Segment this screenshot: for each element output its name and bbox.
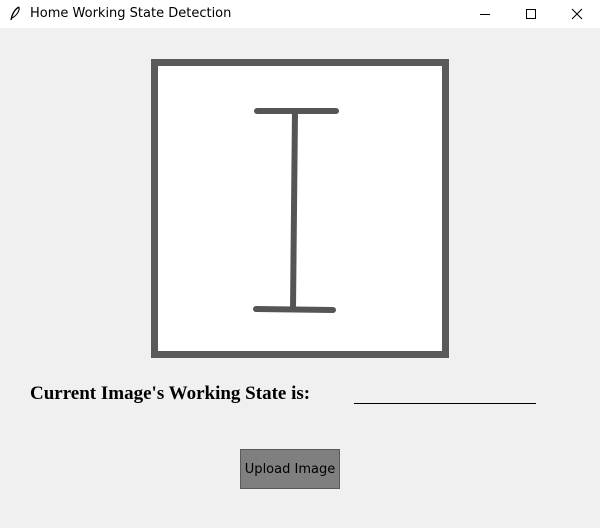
close-button[interactable]: [554, 0, 600, 28]
minimize-button[interactable]: [462, 0, 508, 28]
maximize-icon: [526, 9, 536, 19]
window-title: Home Working State Detection: [30, 6, 232, 21]
image-display: [151, 59, 449, 358]
working-state-label: Current Image's Working State is:: [30, 383, 311, 404]
upload-image-button[interactable]: Upload Image: [240, 449, 340, 489]
feather-icon: [10, 6, 20, 21]
working-state-value: [354, 383, 536, 404]
maximize-button[interactable]: [508, 0, 554, 28]
title-bar: Home Working State Detection: [0, 0, 600, 28]
close-icon: [571, 8, 583, 20]
minimize-icon: [480, 14, 490, 15]
